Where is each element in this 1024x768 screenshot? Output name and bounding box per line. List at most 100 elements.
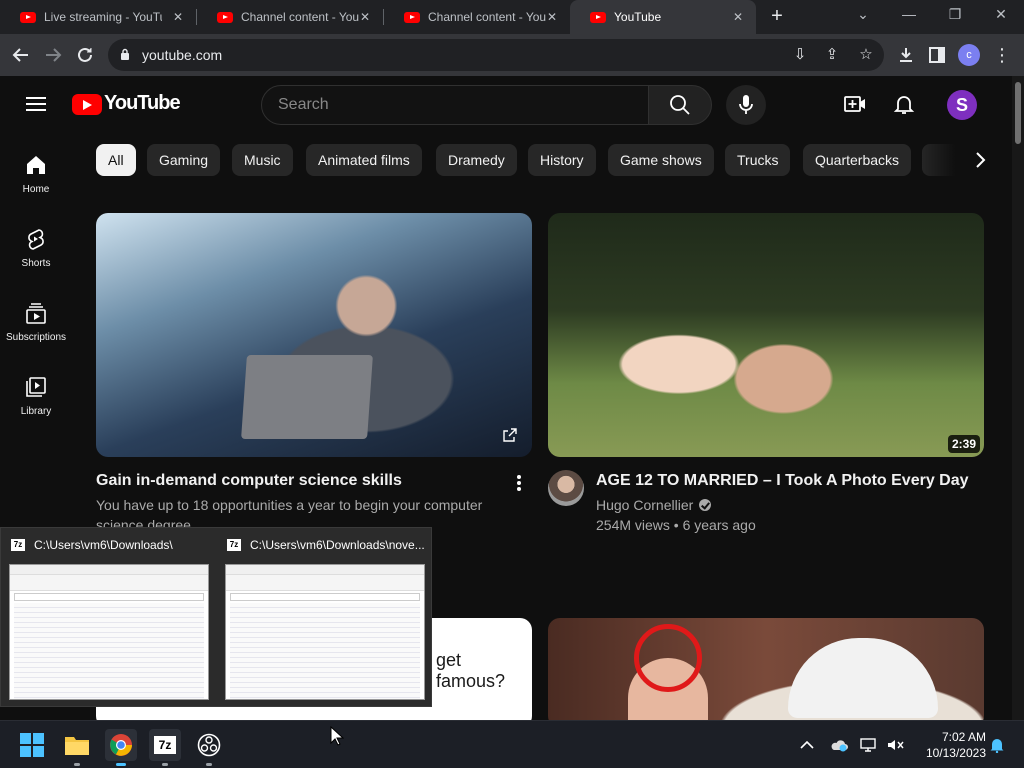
youtube-wordmark[interactable]: YouTube xyxy=(104,92,181,115)
notifications-bell-icon[interactable] xyxy=(892,92,916,116)
tab-title: Live streaming - YouTube xyxy=(44,10,162,24)
guide-item-home[interactable]: Home xyxy=(0,142,72,216)
youtube-logo-icon[interactable] xyxy=(72,94,102,115)
external-link-icon[interactable] xyxy=(502,427,518,443)
tab-title: YouTube xyxy=(614,10,662,24)
preview-title: C:\Users\vm6\Downloads\nove... xyxy=(250,538,425,552)
notification-bell-icon[interactable] xyxy=(988,737,1006,753)
url-text[interactable]: youtube.com xyxy=(142,47,222,63)
guide-item-subscriptions[interactable]: Subscriptions xyxy=(0,290,72,364)
close-icon[interactable]: ✕ xyxy=(357,9,373,25)
chip-game-shows[interactable]: Game shows xyxy=(608,144,714,176)
new-tab-button[interactable]: + xyxy=(766,6,788,28)
preview-screenshot[interactable] xyxy=(9,564,209,700)
guide-label: Home xyxy=(22,184,50,195)
page-scrollbar[interactable] xyxy=(1012,76,1024,720)
tab-search-button[interactable]: ⌄ xyxy=(840,0,886,30)
account-avatar[interactable]: S xyxy=(947,90,977,120)
profile-avatar[interactable]: c xyxy=(958,44,980,66)
channel-name[interactable]: Hugo Cornellier xyxy=(596,497,693,513)
preview-title-row: 7z C:\Users\vm6\Downloads\nove... xyxy=(227,538,425,552)
taskbar-chrome[interactable] xyxy=(105,729,137,766)
library-icon xyxy=(26,377,46,397)
chip-music[interactable]: Music xyxy=(232,144,293,176)
taskbar-file-explorer[interactable] xyxy=(61,729,93,766)
channel-avatar[interactable] xyxy=(548,470,584,506)
search-box[interactable] xyxy=(261,85,649,125)
video-meta: 254M views • 6 years ago xyxy=(596,517,756,533)
video-thumbnail[interactable] xyxy=(548,618,984,728)
obs-icon xyxy=(197,733,221,757)
shorts-icon xyxy=(28,229,44,250)
search-input[interactable] xyxy=(278,86,638,124)
browser-tab-strip: Live streaming - YouTube ✕ Channel conte… xyxy=(0,0,1024,34)
chevron-right-icon[interactable] xyxy=(968,148,992,172)
voice-search-button[interactable] xyxy=(726,85,766,125)
chevron-up-icon[interactable] xyxy=(798,737,816,753)
video-thumbnail[interactable]: 2:39 xyxy=(548,213,984,457)
preview-window-nove[interactable]: 7z C:\Users\vm6\Downloads\nove... xyxy=(217,528,433,708)
subscriptions-icon xyxy=(26,303,46,324)
side-panel-button[interactable] xyxy=(924,42,950,68)
laptop-graphic xyxy=(241,355,373,439)
chip-dramedy[interactable]: Dramedy xyxy=(436,144,517,176)
windows-start-icon xyxy=(20,733,44,757)
youtube-masthead: YouTube S xyxy=(0,76,1012,132)
install-app-icon[interactable]: ⇩ xyxy=(790,45,810,65)
browser-menu-button[interactable]: ⋮ xyxy=(989,42,1015,68)
close-icon[interactable]: ✕ xyxy=(730,9,746,25)
chip-animated-films[interactable]: Animated films xyxy=(306,144,422,176)
chips-fade xyxy=(920,140,970,180)
more-actions-icon[interactable] xyxy=(516,474,522,492)
forward-button[interactable] xyxy=(40,42,66,68)
chip-gaming[interactable]: Gaming xyxy=(147,144,221,176)
chip-trucks[interactable]: Trucks xyxy=(725,144,791,176)
close-window-button[interactable]: ✕ xyxy=(978,0,1024,30)
start-button[interactable] xyxy=(16,729,48,761)
guide-item-shorts[interactable]: Shorts xyxy=(0,216,72,290)
taskbar-7zip[interactable]: 7z xyxy=(149,729,181,766)
search-button[interactable] xyxy=(648,85,712,125)
share-icon[interactable]: ⇪ xyxy=(822,45,842,65)
scrollbar-thumb[interactable] xyxy=(1015,82,1021,144)
taskbar-obs[interactable] xyxy=(193,729,225,766)
address-bar[interactable]: youtube.com ⇩ ⇪ ☆ xyxy=(108,39,884,71)
youtube-favicon-icon xyxy=(20,11,36,23)
restore-button[interactable]: ❐ xyxy=(932,0,978,30)
guide-menu-icon[interactable] xyxy=(26,97,46,111)
tab-youtube-active[interactable]: YouTube ✕ xyxy=(570,0,756,34)
chip-all[interactable]: All xyxy=(96,144,136,176)
running-indicator xyxy=(116,763,126,766)
browser-toolbar: youtube.com ⇩ ⇪ ☆ c ⋮ xyxy=(0,34,1024,76)
close-icon[interactable]: ✕ xyxy=(544,9,560,25)
minimize-button[interactable]: — xyxy=(886,0,932,30)
lock-icon[interactable] xyxy=(120,48,130,60)
clock-time: 7:02 AM xyxy=(941,730,986,744)
video-title[interactable]: AGE 12 TO MARRIED – I Took A Photo Every… xyxy=(596,472,969,490)
guide-item-library[interactable]: Library xyxy=(0,364,72,438)
back-arrow-icon xyxy=(12,48,28,62)
video-title[interactable]: Gain in-demand computer science skills xyxy=(96,472,402,490)
tab-live-streaming[interactable]: Live streaming - YouTube ✕ xyxy=(0,0,196,34)
channel-name-row[interactable]: Hugo Cornellier xyxy=(596,495,712,515)
onedrive-cloud-icon[interactable] xyxy=(830,737,848,753)
reload-button[interactable] xyxy=(72,42,98,68)
guide-label: Shorts xyxy=(21,258,51,269)
bookmark-star-icon[interactable]: ☆ xyxy=(856,45,876,65)
create-video-icon[interactable] xyxy=(843,92,867,116)
video-thumbnail[interactable] xyxy=(96,213,532,457)
back-button[interactable] xyxy=(8,42,34,68)
network-icon[interactable] xyxy=(860,737,878,753)
preview-title: C:\Users\vm6\Downloads\ xyxy=(34,538,173,552)
preview-screenshot[interactable] xyxy=(225,564,425,700)
preview-window-downloads[interactable]: 7z C:\Users\vm6\Downloads\ xyxy=(1,528,217,708)
tab-channel-content-2[interactable]: Channel content - YouTube ✕ xyxy=(384,0,570,34)
tab-channel-content-1[interactable]: Channel content - YouTube ✕ xyxy=(197,0,383,34)
system-clock[interactable]: 7:02 AM 10/13/2023 xyxy=(916,729,986,761)
close-icon[interactable]: ✕ xyxy=(170,9,186,25)
chip-quarterbacks[interactable]: Quarterbacks xyxy=(803,144,912,176)
downloads-button[interactable] xyxy=(893,42,919,68)
chip-history[interactable]: History xyxy=(528,144,596,176)
volume-muted-icon[interactable] xyxy=(886,737,904,753)
guide-label: Library xyxy=(20,406,52,417)
